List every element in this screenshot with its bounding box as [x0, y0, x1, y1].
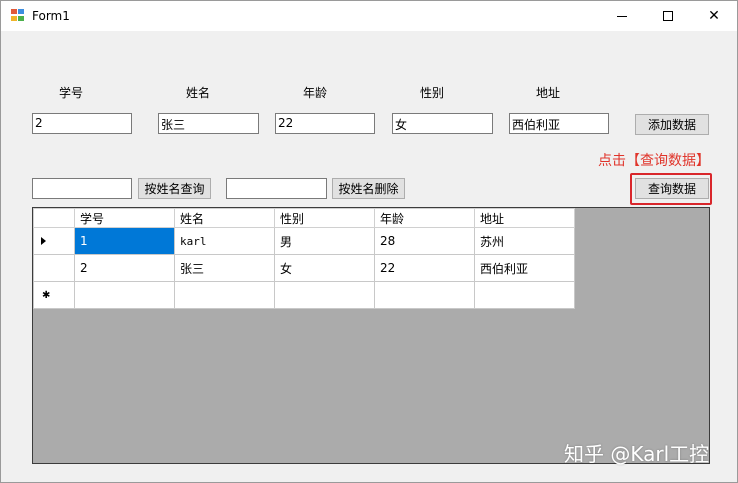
label-gender: 性别	[420, 86, 445, 100]
table-cell[interactable]	[274, 281, 375, 309]
column-header-gender[interactable]: 性别	[274, 208, 375, 228]
data-table: 学号 姓名 性别 年龄 地址 1 karl 男 28 苏州 2 张三 女 22 …	[33, 208, 575, 309]
add-data-button[interactable]: 添加数据	[635, 114, 709, 135]
data-grid[interactable]: 学号 姓名 性别 年龄 地址 1 karl 男 28 苏州 2 张三 女 22 …	[32, 207, 710, 464]
row-header[interactable]: ✱	[33, 281, 75, 309]
row-header[interactable]	[33, 254, 75, 282]
label-age: 年龄	[303, 86, 328, 100]
current-row-arrow-icon	[41, 237, 46, 245]
table-cell[interactable]	[174, 281, 275, 309]
window-title: Form1	[32, 9, 70, 23]
column-header-id[interactable]: 学号	[74, 208, 175, 228]
minimize-icon	[617, 15, 627, 17]
table-cell[interactable]: 女	[274, 254, 375, 282]
close-icon: ✕	[708, 8, 720, 24]
table-cell[interactable]: 苏州	[474, 227, 575, 255]
age-input[interactable]: 22	[275, 113, 375, 134]
title-bar[interactable]: Form1 ✕	[1, 1, 737, 31]
table-row[interactable]: 1 karl 男 28 苏州	[33, 227, 575, 255]
table-cell[interactable]: 西伯利亚	[474, 254, 575, 282]
minimize-button[interactable]	[599, 1, 645, 31]
app-icon	[11, 9, 25, 22]
table-cell[interactable]: 22	[374, 254, 475, 282]
table-cell[interactable]: 男	[274, 227, 375, 255]
new-row-asterisk-icon: ✱	[42, 290, 51, 301]
gender-input[interactable]: 女	[392, 113, 493, 134]
table-cell[interactable]	[474, 281, 575, 309]
label-address: 地址	[536, 86, 561, 100]
instruction-annotation: 点击【查询数据】	[598, 153, 710, 169]
table-row[interactable]: 2 张三 女 22 西伯利亚	[33, 254, 575, 282]
column-header-name[interactable]: 姓名	[174, 208, 275, 228]
form-window: Form1 ✕ 学号 姓名 年龄 性别 地址 2 张三 22 女 西伯利亚 添加…	[0, 0, 738, 483]
table-cell[interactable]	[74, 281, 175, 309]
column-header-age[interactable]: 年龄	[374, 208, 475, 228]
new-row[interactable]: ✱	[33, 281, 575, 309]
address-input[interactable]: 西伯利亚	[509, 113, 609, 134]
table-cell[interactable]: 2	[74, 254, 175, 282]
maximize-button[interactable]	[645, 1, 691, 31]
table-cell[interactable]: 1	[74, 227, 175, 255]
search-by-name-button[interactable]: 按姓名查询	[138, 178, 211, 199]
header-row: 学号 姓名 性别 年龄 地址	[33, 208, 575, 228]
delete-name-input[interactable]	[226, 178, 327, 199]
table-cell[interactable]	[374, 281, 475, 309]
close-button[interactable]: ✕	[691, 1, 737, 31]
row-header[interactable]	[33, 227, 75, 255]
maximize-icon	[663, 11, 673, 21]
search-name-input[interactable]	[32, 178, 132, 199]
label-id: 学号	[59, 86, 84, 100]
column-header-address[interactable]: 地址	[474, 208, 575, 228]
label-name: 姓名	[186, 86, 211, 100]
delete-by-name-button[interactable]: 按姓名删除	[332, 178, 405, 199]
table-cell[interactable]: 张三	[174, 254, 275, 282]
query-data-button[interactable]: 查询数据	[635, 178, 709, 199]
name-input[interactable]: 张三	[158, 113, 259, 134]
table-cell[interactable]: 28	[374, 227, 475, 255]
watermark: 知乎 @Karl工控	[564, 442, 710, 466]
corner-header[interactable]	[33, 208, 75, 228]
id-input[interactable]: 2	[32, 113, 132, 134]
table-cell[interactable]: karl	[174, 227, 275, 255]
